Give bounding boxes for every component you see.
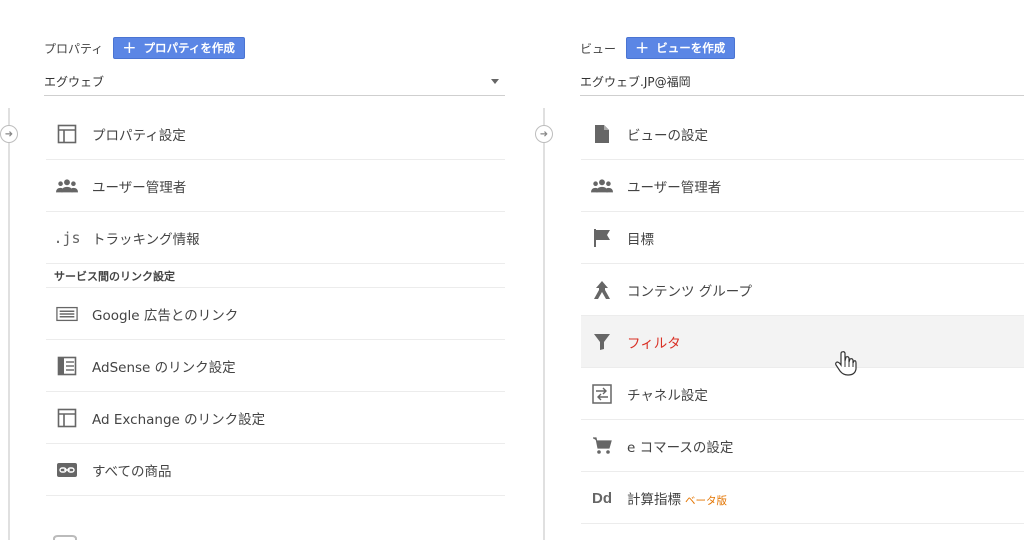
menu-item-calculated-metrics[interactable]: Dd 計算指標 ベータ版 <box>581 472 1024 524</box>
collapse-arrow-icon[interactable]: ➜ <box>0 125 18 143</box>
plus-icon: + <box>122 37 137 58</box>
menu-item-label: 目標 <box>627 231 654 248</box>
property-column: プロパティ + プロパティを作成 エグウェブ ➜ プロパティ設定 ユーザー管理者… <box>0 0 520 540</box>
view-select[interactable]: エグウェブ.JP@福岡 <box>580 68 1024 96</box>
menu-item-ad-exchange-link[interactable]: Ad Exchange のリンク設定 <box>46 392 505 444</box>
plus-icon: + <box>635 37 650 58</box>
document-icon <box>591 123 613 145</box>
js-icon: .js <box>53 229 81 247</box>
property-column-divider <box>8 108 10 540</box>
menu-item-label: ユーザー管理者 <box>627 179 722 196</box>
menu-item-label: ユーザー管理者 <box>92 179 187 196</box>
menu-item-content-grouping[interactable]: コンテンツ グループ <box>581 264 1024 316</box>
dd-icon: Dd <box>592 489 612 507</box>
calculated-metrics-label: 計算指標 <box>627 491 681 508</box>
menu-item-user-management[interactable]: ユーザー管理者 <box>581 160 1024 212</box>
menu-item-label: トラッキング情報 <box>92 231 200 248</box>
hand-cursor-icon <box>831 348 861 378</box>
menu-item-label: プロパティ設定 <box>92 127 186 144</box>
menu-item-label: すべての商品 <box>92 463 172 480</box>
flag-icon <box>591 227 613 249</box>
cart-icon <box>591 435 613 457</box>
property-header-label: プロパティ <box>44 41 104 56</box>
property-select-value: エグウェブ <box>44 75 105 89</box>
trash-icon[interactable] <box>52 530 78 540</box>
create-property-button[interactable]: + プロパティを作成 <box>113 37 245 59</box>
create-view-label: ビューを作成 <box>656 41 726 55</box>
view-column: ビュー + ビューを作成 エグウェブ.JP@福岡 ➜ ビューの設定 ユーザー管理… <box>535 0 1024 540</box>
section-title: サービス間のリンク設定 <box>54 269 175 283</box>
google-ads-icon <box>56 303 78 325</box>
create-property-label: プロパティを作成 <box>143 41 235 55</box>
property-settings-icon <box>56 123 78 145</box>
menu-item-ecommerce-settings[interactable]: e コマースの設定 <box>581 420 1024 472</box>
property-select[interactable]: エグウェブ <box>44 68 505 96</box>
menu-item-label: 計算指標 ベータ版 <box>627 488 727 508</box>
beta-badge: ベータ版 <box>685 494 727 507</box>
menu-item-goals[interactable]: 目標 <box>581 212 1024 264</box>
property-menu: プロパティ設定 ユーザー管理者 .js トラッキング情報 サービス間のリンク設定… <box>46 108 505 496</box>
menu-item-label: Ad Exchange のリンク設定 <box>92 411 266 428</box>
users-icon <box>56 175 78 197</box>
menu-item-label: フィルタ <box>627 335 681 352</box>
channel-settings-icon <box>591 383 613 405</box>
menu-item-label: Google 広告とのリンク <box>92 307 239 324</box>
view-header: ビュー + ビューを作成 <box>580 36 736 60</box>
create-view-button[interactable]: + ビューを作成 <box>626 37 736 59</box>
menu-item-adsense-link[interactable]: AdSense のリンク設定 <box>46 340 505 392</box>
menu-item-label: コンテンツ グループ <box>627 283 752 300</box>
collapse-arrow-icon[interactable]: ➜ <box>535 125 553 143</box>
chevron-down-icon <box>491 79 499 84</box>
view-select-value: エグウェブ.JP@福岡 <box>580 75 691 89</box>
menu-item-view-settings[interactable]: ビューの設定 <box>581 108 1024 160</box>
menu-item-property-settings[interactable]: プロパティ設定 <box>46 108 505 160</box>
menu-item-user-management[interactable]: ユーザー管理者 <box>46 160 505 212</box>
menu-item-channel-settings[interactable]: チャネル設定 <box>581 368 1024 420</box>
menu-item-google-ads-link[interactable]: Google 広告とのリンク <box>46 288 505 340</box>
content-grouping-icon <box>591 279 613 301</box>
menu-item-tracking-info[interactable]: .js トラッキング情報 <box>46 212 505 264</box>
menu-item-label: ビューの設定 <box>627 127 708 144</box>
users-icon <box>591 175 613 197</box>
menu-item-label: AdSense のリンク設定 <box>92 359 236 376</box>
ad-exchange-icon <box>56 407 78 429</box>
filter-icon <box>591 331 613 353</box>
view-header-label: ビュー <box>580 41 617 56</box>
menu-item-all-products[interactable]: すべての商品 <box>46 444 505 496</box>
menu-item-filters[interactable]: フィルタ <box>581 316 1024 368</box>
view-menu: ビューの設定 ユーザー管理者 目標 コンテンツ グループ フィルタ チャネル設定… <box>581 108 1024 524</box>
view-column-divider <box>543 108 545 540</box>
link-icon <box>56 459 78 481</box>
adsense-icon <box>56 355 78 377</box>
menu-item-label: e コマースの設定 <box>627 439 734 456</box>
menu-item-label: チャネル設定 <box>627 387 708 404</box>
section-service-links: サービス間のリンク設定 <box>46 264 505 288</box>
property-header: プロパティ + プロパティを作成 <box>44 36 245 60</box>
